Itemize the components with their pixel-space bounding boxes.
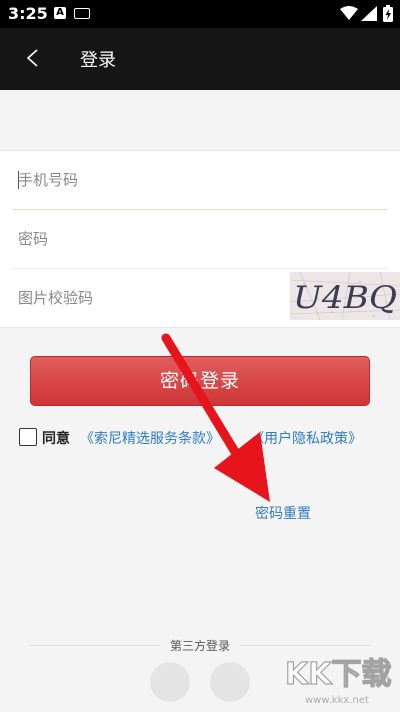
- text-cursor: [18, 171, 19, 189]
- phone-field: [12, 151, 388, 210]
- app-bar: 登录: [0, 28, 400, 90]
- signal-icon: [361, 6, 377, 21]
- keyboard-icon: [74, 8, 90, 19]
- captcha-input[interactable]: [18, 269, 268, 327]
- status-time: 3:25: [8, 4, 48, 23]
- svg-text:KK下载: KK下载: [285, 657, 392, 692]
- captcha-image[interactable]: U4BQ: [290, 272, 400, 320]
- page-title: 登录: [80, 50, 116, 71]
- watermark-url: www.kkx.net: [305, 695, 369, 706]
- privacy-policy-link[interactable]: 《用户隐私政策》: [250, 428, 362, 448]
- battery-icon: [383, 5, 393, 22]
- password-input[interactable]: [18, 210, 268, 268]
- captcha-field: U4BQ: [12, 269, 400, 327]
- third-party-login-button-1[interactable]: [150, 662, 190, 702]
- wifi-icon: [340, 6, 358, 20]
- status-bar: 3:25 A: [0, 0, 400, 28]
- password-field: [12, 210, 388, 269]
- password-reset-link[interactable]: 密码重置: [255, 503, 311, 523]
- third-party-login-label: 第三方登录: [160, 637, 240, 654]
- phone-input[interactable]: [18, 151, 268, 209]
- agreement-row: 同意 《索尼精选服务条款》 《用户隐私政策》: [19, 428, 389, 450]
- agree-label: 同意: [42, 431, 70, 447]
- agree-checkbox[interactable]: [19, 428, 37, 446]
- notification-a-icon: A: [54, 7, 66, 19]
- third-party-login-button-2[interactable]: [210, 662, 250, 702]
- terms-of-service-link[interactable]: 《索尼精选服务条款》: [80, 428, 220, 448]
- password-login-button[interactable]: 密码登录: [30, 356, 370, 406]
- captcha-text: U4BQ: [293, 280, 397, 316]
- chevron-left-icon[interactable]: [22, 45, 44, 71]
- kk-download-watermark-logo: KK下载: [284, 656, 392, 692]
- login-form: U4BQ: [0, 150, 400, 328]
